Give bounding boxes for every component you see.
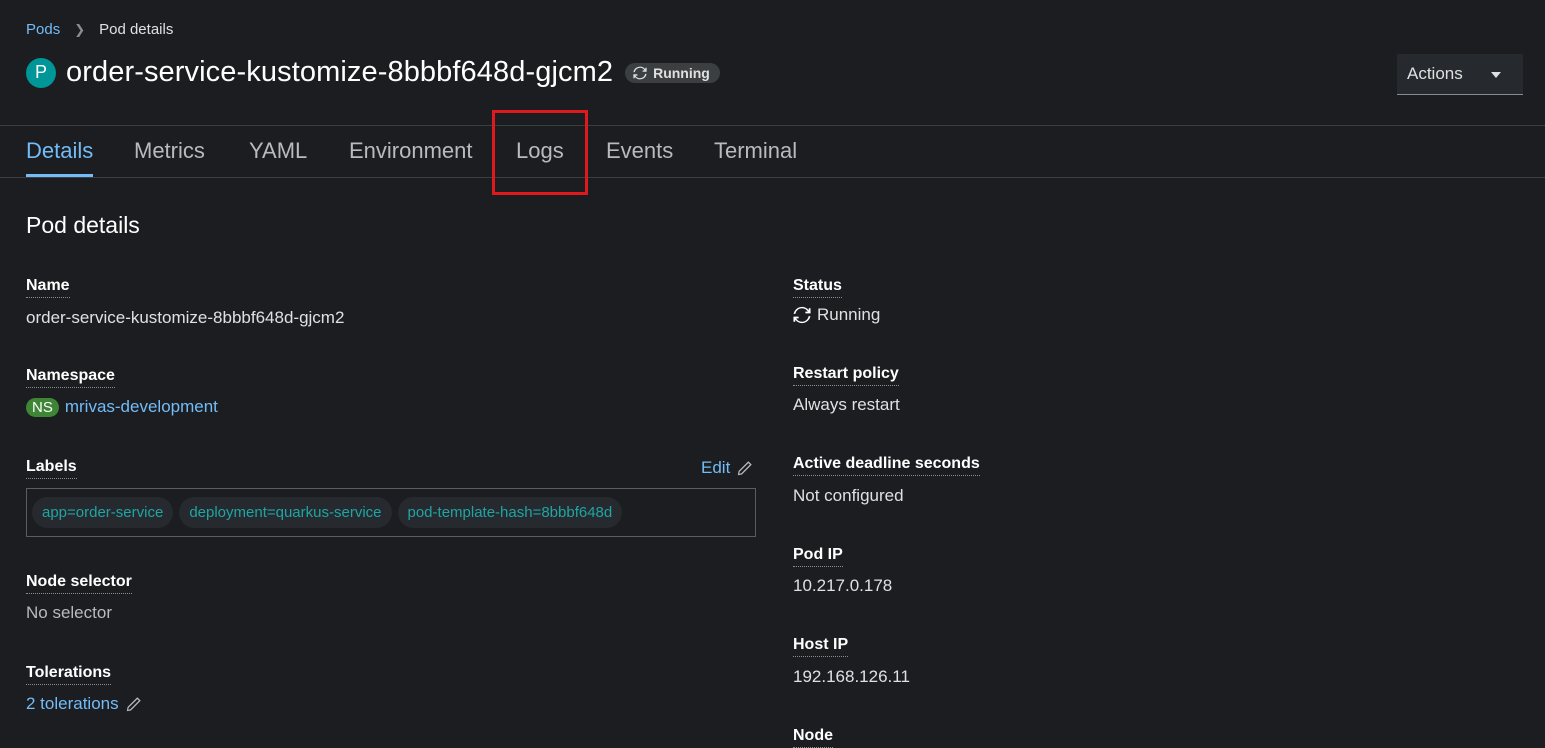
restart-policy-value: Always restart — [793, 395, 900, 414]
tolerations-link[interactable]: 2 tolerations — [26, 694, 119, 714]
breadcrumb: Pods ❯ Pod details — [26, 21, 173, 38]
pod-details-page: Pods ❯ Pod details P order-service-kusto… — [0, 0, 1545, 748]
tab-metrics[interactable]: Metrics — [134, 126, 205, 178]
tab-details[interactable]: Details — [26, 126, 94, 178]
node-selector-label: Node selector — [26, 573, 132, 594]
tab-events[interactable]: Events — [606, 126, 673, 178]
actions-dropdown[interactable]: Actions — [1397, 54, 1523, 95]
caret-down-icon — [1491, 72, 1501, 78]
namespace-resource-badge: NS — [26, 397, 59, 417]
status-label: Status — [793, 277, 842, 298]
active-deadline-value: Not configured — [793, 486, 904, 505]
tab-bar: Details Metrics YAML Environment Logs Ev… — [0, 125, 1545, 178]
tolerations-label: Tolerations — [26, 664, 112, 685]
page-title: order-service-kustomize-8bbbf648d-gjcm2 — [66, 56, 614, 88]
host-ip-value: 192.168.126.11 — [793, 667, 910, 686]
logs-tab-highlight — [492, 110, 588, 195]
name-label: Name — [26, 277, 70, 298]
label-chip[interactable]: deployment=quarkus-service — [179, 497, 392, 528]
status-value-label: Running — [817, 305, 881, 324]
name-value: order-service-kustomize-8bbbf648d-gjcm2 — [26, 308, 345, 327]
label-chip[interactable]: app=order-service — [32, 497, 174, 528]
namespace-value: NS mrivas-development — [26, 397, 218, 417]
sync-icon — [793, 306, 811, 324]
status-value: Running — [793, 305, 880, 325]
node-label: Node — [793, 727, 833, 748]
pod-ip-value: 10.217.0.178 — [793, 576, 893, 595]
chevron-right-icon: ❯ — [74, 21, 86, 37]
labels-list: app=order-service deployment=quarkus-ser… — [26, 488, 756, 537]
tab-yaml[interactable]: YAML — [249, 126, 307, 178]
page-header: P order-service-kustomize-8bbbf648d-gjcm… — [26, 56, 720, 89]
tolerations-value: 2 tolerations — [26, 694, 142, 714]
pencil-icon — [738, 460, 753, 475]
status-badge: Running — [625, 62, 720, 83]
restart-policy-label: Restart policy — [793, 365, 899, 386]
pod-resource-badge: P — [26, 57, 56, 88]
label-chip[interactable]: pod-template-hash=8bbbf648d — [397, 497, 623, 528]
section-title: Pod details — [26, 212, 140, 238]
tab-environment[interactable]: Environment — [349, 126, 473, 178]
sync-icon — [633, 66, 647, 79]
labels-label: Labels — [26, 458, 77, 479]
host-ip-label: Host IP — [793, 636, 849, 657]
namespace-label: Namespace — [26, 367, 115, 388]
pencil-icon[interactable] — [125, 696, 142, 713]
namespace-link[interactable]: mrivas-development — [65, 397, 218, 417]
node-selector-value: No selector — [26, 603, 112, 622]
active-deadline-label: Active deadline seconds — [793, 455, 980, 476]
actions-label: Actions — [1407, 64, 1463, 83]
status-badge-label: Running — [653, 64, 710, 81]
pod-ip-label: Pod IP — [793, 546, 843, 567]
labels-edit-button[interactable]: Edit — [701, 458, 753, 478]
labels-edit-label: Edit — [701, 458, 731, 477]
breadcrumb-pods-link[interactable]: Pods — [26, 21, 60, 38]
tab-terminal[interactable]: Terminal — [714, 126, 797, 178]
breadcrumb-current: Pod details — [99, 21, 174, 38]
